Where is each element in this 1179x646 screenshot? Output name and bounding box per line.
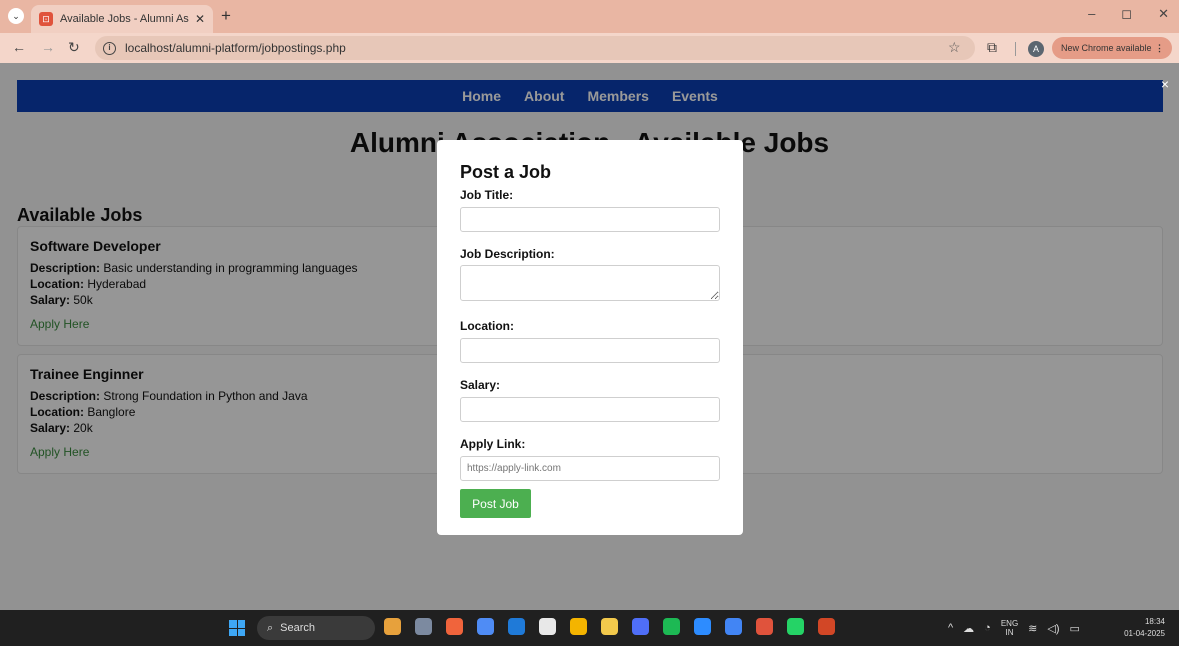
taskbar-app-icon[interactable] xyxy=(601,618,618,635)
menu-kebab-icon[interactable]: ⋮ xyxy=(1155,37,1164,59)
salary-label: Salary: xyxy=(460,378,501,392)
extensions-icon[interactable]: ⧉ xyxy=(987,39,997,56)
battery-icon[interactable]: ▭ xyxy=(1070,622,1080,635)
bookmark-star-icon[interactable]: ☆ xyxy=(948,39,961,56)
search-label: Search xyxy=(280,622,316,634)
taskbar-app-icon[interactable] xyxy=(508,618,525,635)
lang-code: ENG xyxy=(1000,619,1019,628)
taskbar-app-icon[interactable] xyxy=(756,618,773,635)
post-job-button[interactable]: Post Job xyxy=(460,489,531,518)
modal-close-icon[interactable]: × xyxy=(1161,76,1169,92)
taskbar-app-icon[interactable] xyxy=(787,618,804,635)
search-icon: ⌕ xyxy=(267,621,274,634)
taskbar-app-icon[interactable] xyxy=(570,618,587,635)
toolbar-divider xyxy=(1015,42,1016,56)
apply-link-input[interactable] xyxy=(460,456,720,481)
forward-arrow-icon[interactable]: → xyxy=(41,39,55,55)
region-code: IN xyxy=(1005,628,1014,637)
salary-input[interactable] xyxy=(460,397,720,422)
job-title-label: Job Title: xyxy=(460,188,514,202)
apply-link-label: Apply Link: xyxy=(460,437,526,451)
modal-title: Post a Job xyxy=(460,162,552,182)
taskbar-app-icon[interactable] xyxy=(446,618,463,635)
site-info-icon[interactable]: i xyxy=(103,41,116,55)
taskbar-app-icon[interactable] xyxy=(477,618,494,635)
browser-toolbar: ← → ↻ i localhost/alumni-platform/jobpos… xyxy=(0,33,1179,63)
profile-avatar[interactable]: A xyxy=(1028,41,1044,57)
window-controls: – ◻ ✕ xyxy=(1088,6,1169,22)
url-text[interactable]: localhost/alumni-platform/jobpostings.ph… xyxy=(125,41,346,55)
maximize-button[interactable]: ◻ xyxy=(1121,6,1132,22)
clock-time: 18:34 xyxy=(1144,617,1165,626)
address-bar[interactable]: i localhost/alumni-platform/jobpostings.… xyxy=(95,36,975,60)
windows-taskbar: ⌕ Search ^ ☁ ◔ ENG IN ≋ ◁) ▭ 18:34 01-04… xyxy=(0,610,1179,646)
browser-tab-strip: ⌄ ⊡ Available Jobs - Alumni Associ ✕ + –… xyxy=(0,0,1179,33)
chrome-update-button[interactable]: New Chrome available ⋮ xyxy=(1052,37,1172,59)
location-label: Location: xyxy=(460,319,514,333)
back-arrow-icon[interactable]: ← xyxy=(12,39,26,55)
notification-icon[interactable]: ◔ xyxy=(984,622,991,634)
taskbar-app-icon[interactable] xyxy=(384,618,401,635)
reload-icon[interactable]: ↻ xyxy=(68,39,80,56)
post-job-modal: Post a Job Job Title: Job Description: L… xyxy=(437,140,743,535)
taskbar-app-icon[interactable] xyxy=(725,618,742,635)
taskbar-app-icon[interactable] xyxy=(694,618,711,635)
clock-date: 01-04-2025 xyxy=(1124,629,1165,638)
tab-close-icon[interactable]: ✕ xyxy=(195,12,205,26)
browser-tab[interactable]: ⊡ Available Jobs - Alumni Associ ✕ xyxy=(31,5,213,33)
taskbar-app-icon[interactable] xyxy=(663,618,680,635)
taskbar-clock[interactable]: 18:34 01-04-2025 xyxy=(1124,616,1165,640)
volume-icon[interactable]: ◁) xyxy=(1047,622,1059,635)
site-favicon-icon: ⊡ xyxy=(39,12,53,26)
taskbar-app-icon[interactable] xyxy=(632,618,649,635)
job-description-textarea[interactable] xyxy=(460,265,720,301)
minimize-button[interactable]: – xyxy=(1088,6,1095,22)
tab-search-chevron-icon[interactable]: ⌄ xyxy=(8,8,24,24)
taskbar-app-icon[interactable] xyxy=(539,618,556,635)
tab-title: Available Jobs - Alumni Associ xyxy=(60,13,189,25)
new-tab-button[interactable]: + xyxy=(221,6,231,26)
update-label: New Chrome available xyxy=(1061,43,1152,53)
job-title-input[interactable] xyxy=(460,207,720,232)
pinned-apps xyxy=(384,618,835,635)
taskbar-app-icon[interactable] xyxy=(818,618,835,635)
taskbar-search[interactable]: ⌕ Search xyxy=(257,616,375,640)
windows-start-icon[interactable] xyxy=(229,620,245,636)
location-input[interactable] xyxy=(460,338,720,363)
taskbar-app-icon[interactable] xyxy=(415,618,432,635)
language-indicator[interactable]: ENG IN xyxy=(1001,619,1018,637)
close-window-button[interactable]: ✕ xyxy=(1158,6,1169,22)
system-tray: ^ ☁ ◔ ENG IN ≋ ◁) ▭ xyxy=(948,619,1080,637)
job-description-label: Job Description: xyxy=(460,247,555,261)
onedrive-icon[interactable]: ☁ xyxy=(963,622,974,635)
tray-chevron-icon[interactable]: ^ xyxy=(948,622,953,634)
wifi-icon[interactable]: ≋ xyxy=(1028,622,1037,635)
